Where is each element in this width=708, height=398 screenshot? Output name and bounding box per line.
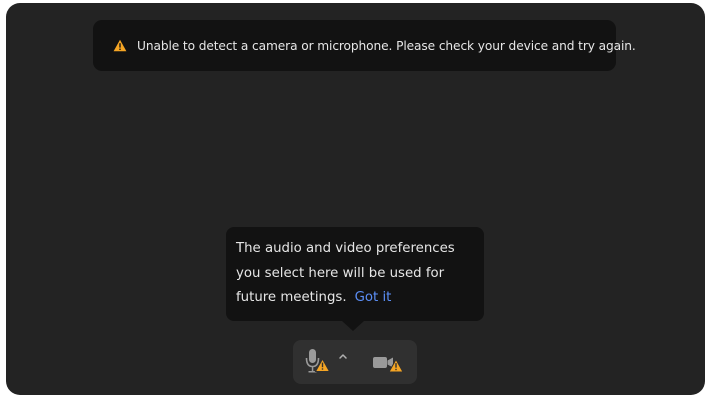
preferences-tooltip: The audio and video preferences you sele… bbox=[226, 227, 484, 321]
video-preview: Unable to detect a camera or microphone.… bbox=[6, 3, 705, 395]
device-error-message: Unable to detect a camera or microphone.… bbox=[137, 38, 636, 53]
tooltip-message: The audio and video preferences you sele… bbox=[236, 241, 455, 305]
device-controls bbox=[293, 340, 417, 384]
video-camera-icon bbox=[373, 357, 404, 373]
tooltip-pointer bbox=[342, 321, 364, 331]
chevron-up-icon bbox=[339, 354, 347, 359]
warning-icon bbox=[113, 39, 127, 53]
microphone-icon bbox=[305, 349, 331, 373]
got-it-link[interactable]: Got it bbox=[355, 290, 392, 305]
audio-options-button[interactable] bbox=[337, 348, 349, 360]
device-error-banner: Unable to detect a camera or microphone.… bbox=[93, 20, 636, 71]
camera-button[interactable] bbox=[363, 348, 405, 376]
microphone-button[interactable] bbox=[303, 348, 335, 376]
